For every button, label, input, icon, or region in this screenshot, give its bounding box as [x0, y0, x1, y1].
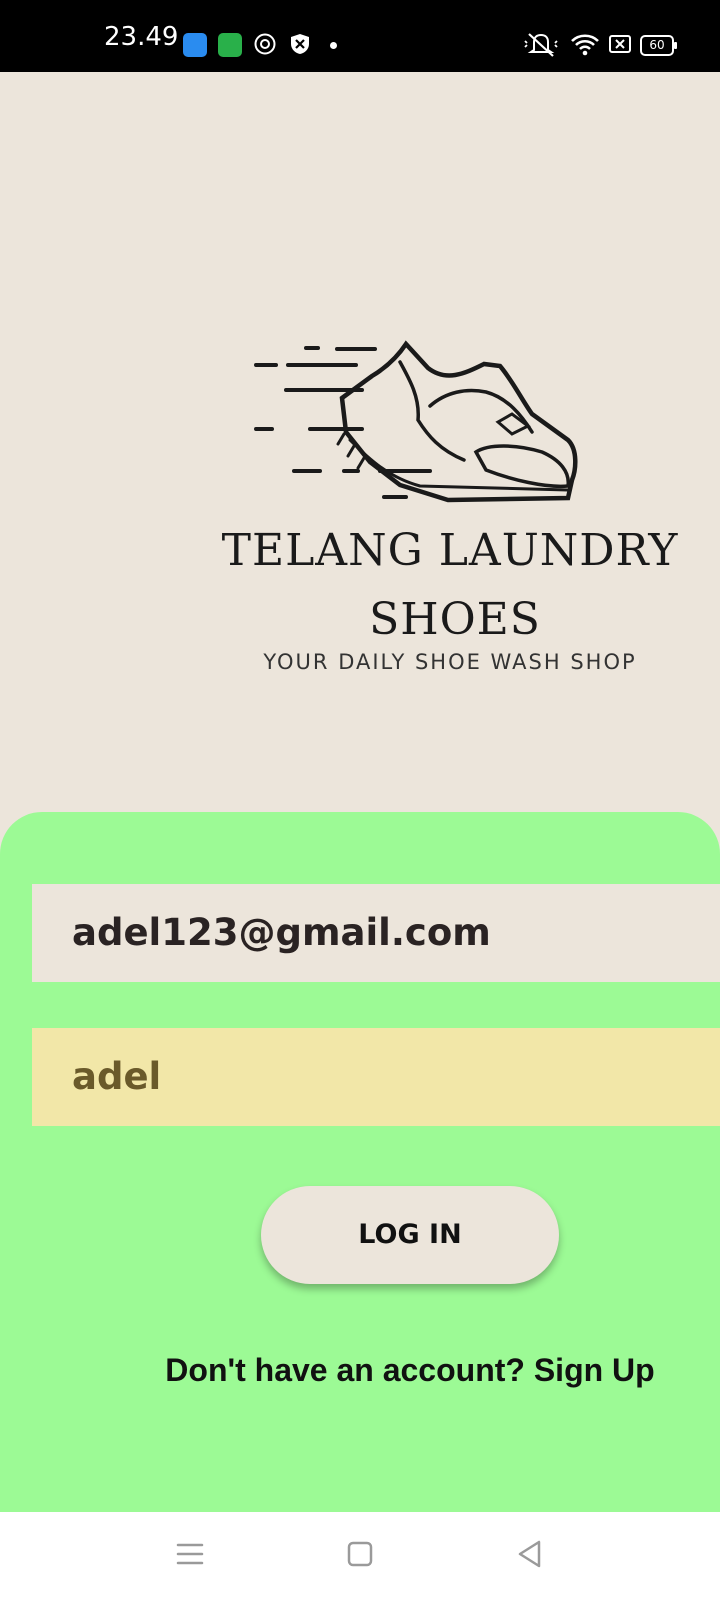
- running-shoe-icon: [254, 340, 578, 503]
- brand-name-line1: TELANG LAUNDRY: [221, 525, 679, 576]
- back-triangle-icon[interactable]: [510, 1534, 550, 1574]
- signup-link[interactable]: Don't have an account? Sign Up: [150, 1352, 670, 1389]
- notification-dot: [330, 42, 337, 49]
- email-field[interactable]: adel123@gmail.com: [32, 884, 720, 982]
- wifi-icon: [571, 34, 599, 56]
- sim-icon: [609, 35, 631, 53]
- shield-icon: [291, 34, 309, 54]
- status-time: 23.49: [104, 22, 179, 52]
- menu-icon[interactable]: [170, 1534, 210, 1574]
- password-field[interactable]: adel: [32, 1028, 720, 1126]
- navigation-bar: [0, 1512, 720, 1600]
- app-blue-icon: [183, 33, 207, 57]
- brand-name-line2: SHOES: [369, 594, 541, 645]
- battery-level: 60: [649, 38, 665, 52]
- app-green-icon: [218, 33, 242, 57]
- home-square-icon[interactable]: [340, 1534, 380, 1574]
- brand-tagline: YOUR DAILY SHOE WASH SHOP: [263, 650, 637, 674]
- mute-icon: [524, 33, 558, 57]
- status-bar: 23.49 60: [0, 0, 720, 72]
- login-button[interactable]: LOG IN: [261, 1186, 559, 1284]
- battery-icon: 60: [640, 35, 677, 56]
- vpn-circle-icon: [254, 33, 276, 55]
